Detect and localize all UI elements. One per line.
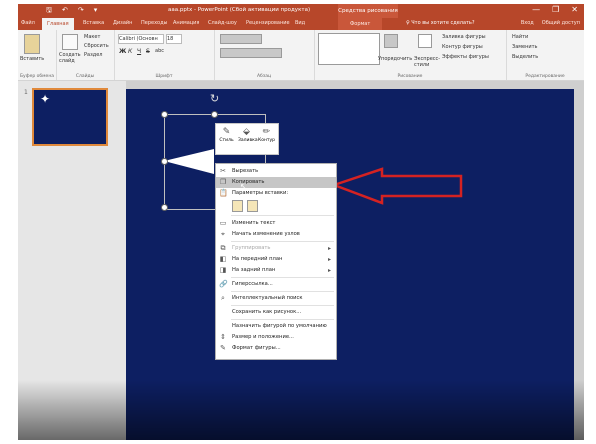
bottom-shadow <box>18 380 584 440</box>
menu-item-format-shape[interactable]: ✎ Формат фигуры... <box>216 343 336 354</box>
menu-item-bring-forward[interactable]: ◧ На передний план ▸ <box>216 254 336 265</box>
format-shape-icon: ✎ <box>220 344 226 352</box>
menu-item-paste-options: 📋 Параметры вставки: <box>219 189 289 197</box>
mini-toolbar: ✎ Стиль ⬙ Заливка ✏ Контур <box>215 123 279 155</box>
paste-picture-icon[interactable] <box>247 200 258 212</box>
menu-separator <box>231 319 334 320</box>
menu-separator <box>231 277 334 278</box>
resize-handle-l[interactable] <box>161 158 168 165</box>
menu-item-smart-lookup[interactable]: ⌕ Интеллектуальный поиск <box>216 293 336 304</box>
paste-option-icons <box>232 200 258 212</box>
menu-separator <box>231 241 334 242</box>
powerpoint-window: 🖫 ↶ ↷ ▾ Средства рисования ааа.pptx - Po… <box>18 4 584 440</box>
resize-handle-bl[interactable] <box>161 204 168 211</box>
submenu-arrow-icon: ▸ <box>327 245 331 252</box>
outline-pen-icon: ✏ <box>262 127 271 137</box>
group-icon: ⧉ <box>220 244 226 252</box>
submenu-arrow-icon: ▸ <box>327 267 331 274</box>
send-backward-icon: ◨ <box>219 266 227 274</box>
fill-bucket-icon: ⬙ <box>243 127 250 137</box>
menu-item-cut[interactable]: ✂ Вырезать <box>216 166 336 177</box>
style-icon: ✎ <box>222 127 231 137</box>
menu-item-hyperlink[interactable]: 🔗 Гиперссылка... <box>216 279 336 290</box>
bring-forward-icon: ◧ <box>219 255 227 263</box>
menu-separator <box>231 215 334 216</box>
style-button[interactable]: ✎ Стиль <box>218 127 235 143</box>
menu-item-edit-points[interactable]: ⌖ Начать изменение узлов <box>216 229 336 240</box>
resize-handle-tl[interactable] <box>161 111 168 118</box>
copy-icon: ❐ <box>219 178 227 186</box>
menu-item-save-as-picture[interactable]: Сохранить как рисунок... <box>216 307 336 318</box>
context-menu: ✂ Вырезать ❐ Копировать 📋 Параметры вста… <box>215 163 337 360</box>
menu-separator <box>231 291 334 292</box>
resize-handle-t[interactable] <box>211 111 218 118</box>
hyperlink-icon: 🔗 <box>219 280 228 288</box>
clipboard-icon: 📋 <box>219 189 228 197</box>
scissors-icon: ✂ <box>220 167 226 175</box>
size-icon: ⇕ <box>220 333 226 341</box>
text-box-icon: ▭ <box>219 219 227 227</box>
annotation-arrow <box>330 167 463 205</box>
menu-item-send-backward[interactable]: ◨ На задний план ▸ <box>216 265 336 276</box>
mouse-cursor-icon: ↖ <box>240 182 247 191</box>
search-icon: ⌕ <box>221 294 225 302</box>
outline-label: Контур <box>258 138 276 143</box>
submenu-arrow-icon: ▸ <box>327 256 331 263</box>
menu-item-group[interactable]: ⧉ Группировать ▸ <box>216 243 336 254</box>
edit-points-icon: ⌖ <box>221 230 225 238</box>
menu-item-size-position[interactable]: ⇕ Размер и положение... <box>216 332 336 343</box>
fill-label: Заливка <box>238 138 258 143</box>
menu-item-set-default-shape[interactable]: Назначить фигурой по умолчанию <box>216 321 336 332</box>
style-label: Стиль <box>219 138 234 143</box>
menu-item-copy[interactable]: ❐ Копировать <box>216 177 336 188</box>
fill-button[interactable]: ⬙ Заливка <box>238 127 258 143</box>
menu-item-edit-text[interactable]: ▭ Изменить текст <box>216 218 336 229</box>
rotate-handle-icon[interactable]: ↻ <box>210 92 219 105</box>
outline-button[interactable]: ✏ Контур <box>258 127 275 143</box>
menu-separator <box>231 305 334 306</box>
paste-keep-format-icon[interactable] <box>232 200 243 212</box>
